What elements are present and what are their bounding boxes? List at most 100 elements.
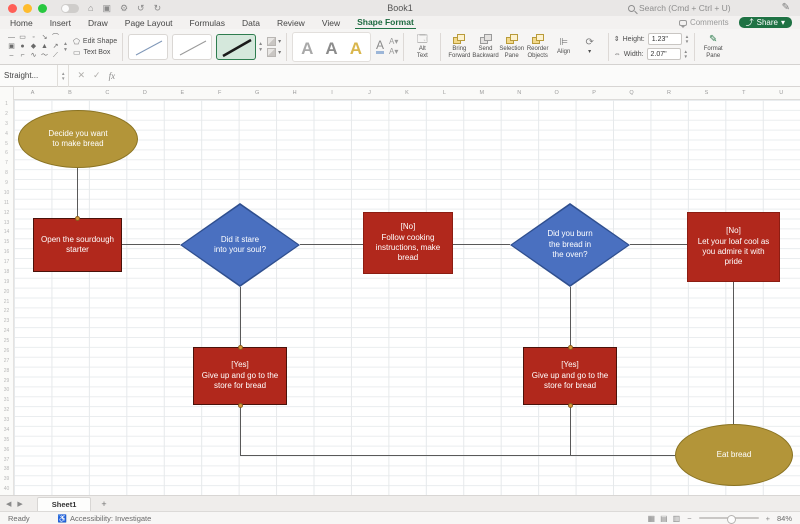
formula-input[interactable] [123, 65, 800, 87]
column-header[interactable]: I [313, 87, 350, 99]
tab-formulas[interactable]: Formulas [188, 17, 227, 29]
curve-shape-icon[interactable]: ⌒ [50, 33, 61, 42]
text-outline-button[interactable]: A▾ [389, 37, 398, 46]
flow-node-open-starter[interactable]: Open the sourdough starter [33, 218, 122, 272]
name-box-stepper[interactable]: ▲ ▼ [58, 64, 70, 87]
line-style-option-2[interactable] [172, 33, 213, 60]
connector-handle[interactable] [567, 344, 573, 350]
sheet-scroll-left-icon[interactable]: ◀ [6, 501, 17, 508]
connector-handle[interactable] [237, 344, 243, 350]
text-box-button[interactable]: ▭ Text Box [73, 48, 117, 57]
style-gallery-scroll[interactable]: ▲ ▼ [258, 41, 263, 53]
column-header[interactable]: C [89, 87, 126, 99]
triangle-shape-icon[interactable]: ▲ [39, 42, 50, 51]
select-all-corner[interactable] [0, 87, 14, 100]
bracket-shape-icon[interactable]: ⌐ [17, 51, 28, 60]
reorder-objects-button[interactable]: Reorder Objects [525, 34, 551, 59]
circle-shape-icon[interactable]: ● [17, 42, 28, 51]
line-style-option-1[interactable] [128, 33, 169, 60]
add-sheet-button[interactable]: + [101, 499, 106, 509]
column-header[interactable]: N [501, 87, 538, 99]
send-backward-button[interactable]: Send Backward [472, 34, 499, 59]
square-shape-icon[interactable]: ▣ [6, 42, 17, 51]
autosave-toggle[interactable] [61, 3, 79, 13]
wordart-style-2[interactable]: A [325, 39, 337, 59]
height-input[interactable]: 1.23" [647, 33, 682, 45]
search-field[interactable]: Search (Cmd + Ctrl + U) [628, 3, 731, 13]
column-header[interactable]: G [238, 87, 275, 99]
connector-burn-to-cool[interactable] [630, 244, 687, 245]
redo-icon[interactable]: ↻ [154, 3, 162, 14]
tab-page-layout[interactable]: Page Layout [123, 17, 175, 29]
flow-node-burn-bread[interactable]: Did you burn the bread in the oven? [510, 203, 630, 287]
column-header[interactable]: M [463, 87, 500, 99]
flow-node-follow-instructions[interactable]: [No] Follow cooking instructions, make b… [363, 212, 453, 274]
connector-handle[interactable] [74, 215, 80, 221]
ellipse-shape-icon[interactable]: ◦ [28, 33, 39, 42]
arrow-shape-icon[interactable]: ↘ [39, 33, 50, 42]
connector-start-to-open[interactable] [77, 168, 78, 218]
connector-handle[interactable] [567, 402, 573, 408]
connector-follow-to-burn[interactable] [453, 244, 510, 245]
polyline-shape-icon[interactable]: ⟋ [50, 51, 61, 60]
flow-node-store-bread-2[interactable]: [Yes] Give up and go to the store for br… [523, 347, 617, 405]
column-header[interactable]: U [763, 87, 800, 99]
connector-cool-to-end[interactable] [733, 282, 734, 424]
home-icon[interactable]: ⌂ [88, 3, 93, 13]
column-header[interactable]: H [276, 87, 313, 99]
zoom-percentage[interactable]: 84% [777, 514, 792, 523]
shape-outline-button[interactable]: ▾ [267, 47, 281, 57]
connector-bottom-to-end[interactable] [240, 455, 675, 456]
settings-icon[interactable]: ⚙ [120, 3, 128, 14]
sheet-scroll-right-icon[interactable]: ▶ [17, 501, 28, 508]
tab-review[interactable]: Review [275, 17, 307, 29]
column-header[interactable]: T [725, 87, 762, 99]
connector-stare-to-follow[interactable] [300, 244, 363, 245]
tab-data[interactable]: Data [240, 17, 262, 29]
sheet-tab-sheet1[interactable]: Sheet1 [36, 496, 92, 511]
shape-fill-button[interactable]: ▾ [267, 36, 281, 46]
column-header[interactable]: J [351, 87, 388, 99]
line-shape-icon[interactable]: — [6, 33, 17, 42]
edit-pencil-icon[interactable]: ✎ [782, 2, 790, 13]
zoom-window-button[interactable] [38, 3, 47, 13]
gallery-scroll-down-icon[interactable]: ▼ [63, 47, 68, 53]
rectangle-shape-icon[interactable]: ▭ [17, 33, 28, 42]
cancel-entry-icon[interactable]: ✕ [77, 70, 85, 81]
connector-handle[interactable] [237, 402, 243, 408]
column-header[interactable]: B [51, 87, 88, 99]
bring-forward-button[interactable]: Bring Forward [446, 34, 472, 59]
column-header[interactable]: D [126, 87, 163, 99]
wordart-style-1[interactable]: A [301, 39, 313, 59]
confirm-entry-icon[interactable]: ✓ [93, 70, 101, 81]
alt-text-button[interactable]: 🗔 Alt Text [409, 34, 435, 59]
tab-view[interactable]: View [320, 17, 342, 29]
connector-shape-icon[interactable]: ↗ [50, 42, 61, 51]
width-stepper[interactable]: ▲ ▼ [684, 49, 688, 59]
save-icon[interactable]: ▣ [102, 3, 111, 14]
column-header[interactable]: F [201, 87, 238, 99]
connector-open-to-stare[interactable] [122, 244, 180, 245]
align-button[interactable]: ⊫ Align [551, 37, 577, 56]
worksheet-canvas[interactable]: 1 2 3 4 5 6 7 8 9 10 11 12 13 14 15 16 17 18 19 20 21 22 23 24 2… [0, 100, 800, 495]
column-header[interactable]: Q [613, 87, 650, 99]
accessibility-status[interactable]: ♿ Accessibility: Investigate [58, 514, 152, 523]
connector-store1-down[interactable] [240, 405, 241, 455]
style-scroll-down-icon[interactable]: ▼ [258, 47, 263, 53]
close-window-button[interactable] [8, 3, 17, 13]
wordart-style-3[interactable]: A [350, 39, 362, 59]
flow-node-start[interactable]: Decide you want to make bread [18, 110, 138, 168]
tab-shape-format[interactable]: Shape Format [355, 16, 416, 30]
line-style-option-3-selected[interactable] [216, 33, 257, 60]
selection-pane-button[interactable]: Selection Pane [499, 34, 525, 59]
undo-icon[interactable]: ↺ [137, 3, 145, 14]
rotate-button[interactable]: ⟳ ▾ [577, 37, 603, 56]
tab-draw[interactable]: Draw [86, 17, 110, 29]
connector-burn-to-store2[interactable] [570, 287, 571, 347]
page-break-view-icon[interactable]: ▥ [673, 514, 681, 523]
insert-function-icon[interactable]: fx [109, 71, 116, 81]
height-stepper[interactable]: ▲ ▼ [685, 34, 689, 44]
column-header[interactable]: P [575, 87, 612, 99]
flow-node-store-bread-1[interactable]: [Yes] Give up and go to the store for br… [193, 347, 287, 405]
zoom-slider[interactable] [698, 514, 759, 524]
